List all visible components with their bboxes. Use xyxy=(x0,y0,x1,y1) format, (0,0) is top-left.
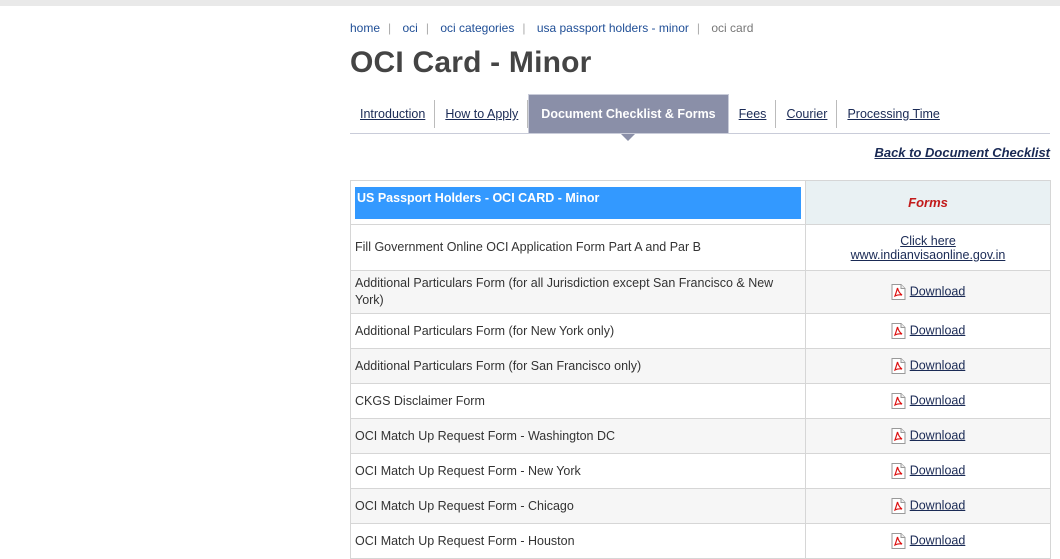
download-link[interactable]: Download xyxy=(910,463,966,477)
table-row: Additional Particulars Form (for New Yor… xyxy=(350,313,1051,349)
table-row: Additional Particulars Form (for San Fra… xyxy=(350,348,1051,384)
breadcrumb-separator: | xyxy=(388,21,392,35)
table-header-title: US Passport Holders - OCI CARD - Minor xyxy=(355,186,801,219)
row-description: Additional Particulars Form (for all Jur… xyxy=(350,270,806,314)
pdf-file-icon xyxy=(891,533,906,549)
row-description: Additional Particulars Form (for New Yor… xyxy=(350,313,806,349)
row-description: OCI Match Up Request Form - Chicago xyxy=(350,488,806,524)
table-row: Additional Particulars Form (for all Jur… xyxy=(350,270,1051,314)
tab-document-checklist-forms[interactable]: Document Checklist & Forms xyxy=(528,94,729,141)
pdf-file-icon xyxy=(891,393,906,409)
page-title: OCI Card - Minor xyxy=(350,46,592,79)
row-form-cell: Download xyxy=(805,270,1051,314)
top-bar xyxy=(0,0,1060,6)
tab-courier[interactable]: Courier xyxy=(776,94,838,134)
row-description: CKGS Disclaimer Form xyxy=(350,383,806,419)
tab-document-checklist-forms-label: Document Checklist & Forms xyxy=(541,107,716,121)
row-form-cell: Download xyxy=(805,418,1051,454)
table-header-row: US Passport Holders - OCI CARD - Minor F… xyxy=(350,180,1051,225)
tab-divider xyxy=(350,133,1050,134)
breadcrumb-separator: | xyxy=(696,21,701,35)
download-link[interactable]: Download xyxy=(910,428,966,442)
download-link[interactable]: Download xyxy=(910,284,966,298)
row-description: Additional Particulars Form (for San Fra… xyxy=(350,348,806,384)
breadcrumb: home | oci | oci categories | usa passport … xyxy=(350,21,753,35)
row-form-cell: Click here www.indianvisaonline.gov.in xyxy=(805,224,1051,271)
row-form-cell: Download xyxy=(805,383,1051,419)
table-row: OCI Match Up Request Form - Washington D… xyxy=(350,418,1051,454)
active-tab-pointer xyxy=(620,133,637,141)
table-header-forms: Forms xyxy=(805,180,1051,225)
pdf-file-icon xyxy=(891,498,906,514)
row-description: Fill Government Online OCI Application F… xyxy=(350,224,806,271)
click-here-link[interactable]: Click here xyxy=(900,234,956,248)
tab-fees[interactable]: Fees xyxy=(729,94,777,134)
row-form-cell: Download xyxy=(805,348,1051,384)
row-form-cell: Download xyxy=(805,453,1051,489)
breadcrumb-usa-passport-minor[interactable]: usa passport holders - minor xyxy=(537,21,689,35)
breadcrumb-home[interactable]: home xyxy=(350,21,380,35)
download-link[interactable]: Download xyxy=(910,358,966,372)
table-row: OCI Match Up Request Form - Houston Downl… xyxy=(350,523,1051,559)
download-link[interactable]: Download xyxy=(910,393,966,407)
tab-bar: Introduction How to Apply Document Check… xyxy=(350,94,950,141)
table-row: OCI Match Up Request Form - Chicago Downl… xyxy=(350,488,1051,524)
pdf-file-icon xyxy=(891,284,906,300)
forms-table: US Passport Holders - OCI CARD - Minor F… xyxy=(350,180,1051,559)
indianvisaonline-link[interactable]: www.indianvisaonline.gov.in xyxy=(851,248,1006,262)
row-form-cell: Download xyxy=(805,488,1051,524)
row-description: OCI Match Up Request Form - New York xyxy=(350,453,806,489)
row-form-cell: Download xyxy=(805,523,1051,559)
back-to-document-checklist-link[interactable]: Back to Document Checklist xyxy=(874,145,1050,160)
table-row: Fill Government Online OCI Application F… xyxy=(350,224,1051,271)
table-header-title-cell: US Passport Holders - OCI CARD - Minor xyxy=(350,180,806,225)
breadcrumb-oci[interactable]: oci xyxy=(403,21,418,35)
table-row: CKGS Disclaimer Form Download xyxy=(350,383,1051,419)
row-form-cell: Download xyxy=(805,313,1051,349)
pdf-file-icon xyxy=(891,463,906,479)
tab-introduction[interactable]: Introduction xyxy=(350,94,436,134)
pdf-file-icon xyxy=(891,323,906,339)
pdf-file-icon xyxy=(891,358,906,374)
breadcrumb-current: oci card xyxy=(711,21,754,35)
breadcrumb-separator: | xyxy=(522,21,526,35)
tab-processing-time[interactable]: Processing Time xyxy=(837,94,949,134)
row-description: OCI Match Up Request Form - Houston xyxy=(350,523,806,559)
pdf-file-icon xyxy=(891,428,906,444)
download-link[interactable]: Download xyxy=(910,533,966,547)
download-link[interactable]: Download xyxy=(910,498,966,512)
download-link[interactable]: Download xyxy=(910,323,966,337)
breadcrumb-separator: | xyxy=(425,21,429,35)
breadcrumb-oci-categories[interactable]: oci categories xyxy=(440,21,514,35)
table-row: OCI Match Up Request Form - New York Down… xyxy=(350,453,1051,489)
row-description: OCI Match Up Request Form - Washington D… xyxy=(350,418,806,454)
tab-how-to-apply[interactable]: How to Apply xyxy=(435,94,529,134)
